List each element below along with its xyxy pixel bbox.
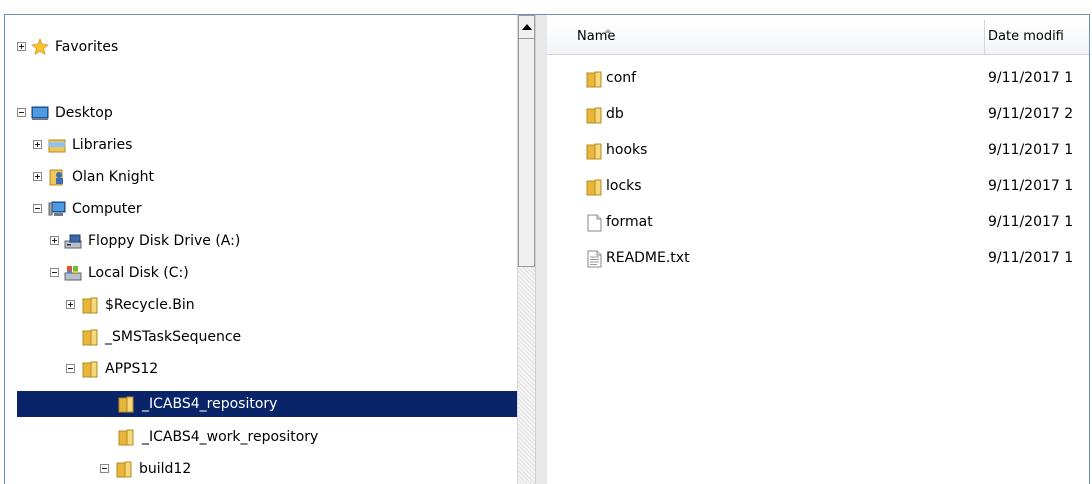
collapse-icon[interactable] — [50, 268, 59, 277]
tree-item-label: APPS12 — [105, 361, 159, 377]
tree-item-label: Floppy Disk Drive (A:) — [88, 233, 241, 249]
column-header-row: Name Date modifi — [547, 20, 1089, 55]
sort-ascending-icon — [604, 29, 612, 33]
floppy-drive-icon — [64, 234, 82, 249]
folder-icon — [118, 396, 134, 413]
star-icon — [31, 38, 49, 56]
computer-icon — [48, 201, 66, 216]
file-date: 9/11/2017 1 — [988, 250, 1074, 266]
tree-item-label: Favorites — [55, 39, 119, 55]
file-name: conf — [606, 70, 637, 86]
tree-item-recycle-bin[interactable]: $Recycle.Bin — [5, 292, 517, 318]
scrollbar-thumb[interactable] — [518, 38, 535, 267]
expand-icon[interactable] — [66, 300, 75, 309]
file-icon — [587, 214, 602, 232]
file-date: 9/11/2017 1 — [988, 214, 1074, 230]
tree-item-label: Computer — [72, 201, 142, 217]
tree-item-apps12[interactable]: APPS12 — [5, 356, 517, 382]
scroll-up-arrow-icon[interactable] — [518, 15, 535, 39]
tree-item-icabs4-repository[interactable]: _ICABS4_repository — [17, 391, 517, 417]
tree-item-label: Libraries — [72, 137, 133, 153]
file-name: README.txt — [606, 250, 690, 266]
column-header-label: Date modifi — [988, 29, 1064, 44]
text-file-icon — [587, 250, 602, 268]
file-date: 9/11/2017 1 — [988, 178, 1074, 194]
file-row-locks[interactable]: locks 9/11/2017 1 — [547, 174, 1089, 200]
tree-item-smstasksequence[interactable]: _SMSTaskSequence — [5, 324, 517, 350]
file-row-format[interactable]: format 9/11/2017 1 — [547, 210, 1089, 236]
tree-item-favorites[interactable]: Favorites — [5, 34, 517, 60]
tree-item-label: _ICABS4_work_repository — [142, 429, 319, 445]
tree-item-label: build12 — [139, 461, 192, 477]
file-row-readme[interactable]: README.txt 9/11/2017 1 — [547, 246, 1089, 272]
expand-icon[interactable] — [50, 236, 59, 245]
local-disk-icon — [64, 266, 82, 281]
tree-item-label: Desktop — [55, 105, 113, 121]
collapse-icon[interactable] — [17, 108, 26, 117]
folder-icon — [586, 179, 602, 196]
tree-item-floppy-drive[interactable]: Floppy Disk Drive (A:) — [5, 228, 517, 254]
tree-item-icabs4-work-repository[interactable]: _ICABS4_work_repository — [5, 424, 517, 450]
tree-item-desktop[interactable]: Desktop — [5, 100, 517, 126]
cropped-caption-strip — [0, 0, 1092, 10]
expand-icon[interactable] — [33, 140, 42, 149]
file-row-conf[interactable]: conf 9/11/2017 1 — [547, 66, 1089, 92]
tree-item-build12[interactable]: build12 — [5, 456, 517, 482]
collapse-icon[interactable] — [100, 464, 109, 473]
tree-item-label: _SMSTaskSequence — [105, 329, 242, 345]
tree-vertical-scrollbar[interactable] — [517, 15, 535, 484]
file-date: 9/11/2017 2 — [988, 106, 1074, 122]
folder-icon — [116, 461, 132, 478]
file-date: 9/11/2017 1 — [988, 142, 1074, 158]
expand-icon[interactable] — [33, 172, 42, 181]
tree-item-label: Local Disk (C:) — [88, 265, 189, 281]
explorer-window: Favorites Desktop Libraries Olan Knight … — [4, 14, 1090, 484]
expand-icon[interactable] — [17, 42, 26, 51]
tree-item-computer[interactable]: Computer — [5, 196, 517, 222]
desktop-icon — [31, 106, 49, 120]
column-header-date-modified[interactable]: Date modifi — [985, 20, 1089, 54]
file-name: hooks — [606, 142, 648, 158]
collapse-icon[interactable] — [33, 204, 42, 213]
file-date: 9/11/2017 1 — [988, 70, 1074, 86]
tree-item-libraries[interactable]: Libraries — [5, 132, 517, 158]
file-name: format — [606, 214, 653, 230]
folder-icon — [118, 429, 134, 446]
column-header-name[interactable]: Name — [547, 20, 985, 54]
file-row-db[interactable]: db 9/11/2017 2 — [547, 102, 1089, 128]
collapse-icon[interactable] — [66, 364, 75, 373]
folder-icon — [586, 143, 602, 160]
folder-icon — [586, 107, 602, 124]
tree-item-label: Olan Knight — [72, 169, 155, 185]
navigation-tree[interactable]: Favorites Desktop Libraries Olan Knight … — [5, 15, 517, 484]
folder-icon — [586, 71, 602, 88]
file-name: locks — [606, 178, 642, 194]
file-list-pane[interactable]: Name Date modifi conf 9/11/2017 1 db 9/1… — [547, 15, 1089, 484]
folder-icon — [82, 329, 98, 346]
tree-item-label: $Recycle.Bin — [105, 297, 195, 313]
libraries-icon — [48, 139, 66, 153]
tree-item-olan-knight[interactable]: Olan Knight — [5, 164, 517, 190]
folder-icon — [82, 361, 98, 378]
tree-item-label: _ICABS4_repository — [142, 396, 278, 412]
file-name: db — [606, 106, 624, 122]
user-folder-icon — [49, 169, 63, 186]
tree-item-local-disk[interactable]: Local Disk (C:) — [5, 260, 517, 286]
file-row-hooks[interactable]: hooks 9/11/2017 1 — [547, 138, 1089, 164]
folder-icon — [82, 297, 98, 314]
